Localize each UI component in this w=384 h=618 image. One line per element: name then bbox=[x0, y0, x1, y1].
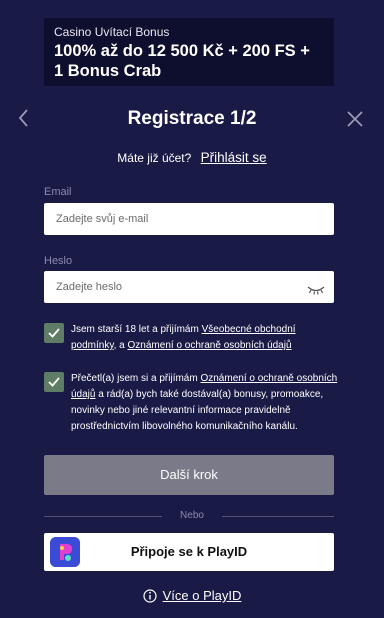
playid-label: Připoje se k PlayID bbox=[130, 544, 248, 559]
age-consent-text-between: , a bbox=[113, 340, 128, 351]
password-label: Heslo bbox=[44, 255, 73, 267]
marketing-consent-text: Přečetl(a) jsem si a přijímám Oznámení o… bbox=[71, 371, 341, 435]
bonus-title: 100% až do 12 500 Kč + 200 FS + 1 Bonus … bbox=[54, 41, 334, 81]
checkmark-icon bbox=[48, 328, 60, 338]
next-step-button[interactable]: Další krok bbox=[44, 455, 334, 495]
bonus-title-line-2: 1 Bonus Crab bbox=[54, 62, 162, 80]
checkmark-icon bbox=[48, 377, 60, 387]
divider-line-right bbox=[222, 516, 334, 517]
close-button[interactable] bbox=[345, 109, 365, 129]
welcome-bonus-banner: Casino Uvítací Bonus 100% až do 12 500 K… bbox=[44, 18, 334, 86]
age-consent-text: Jsem starší 18 let a přijímám Všeobecné … bbox=[71, 322, 341, 354]
privacy-notice-link[interactable]: Oznámení o ochraně osobních údajů bbox=[128, 340, 292, 351]
login-question: Máte již účet? bbox=[117, 151, 192, 165]
eye-closed-icon bbox=[307, 286, 325, 295]
playid-button[interactable]: Připoje se k PlayID bbox=[44, 533, 334, 571]
password-field[interactable] bbox=[44, 271, 334, 303]
login-link[interactable]: Přihlásit se bbox=[201, 150, 267, 165]
more-about-playid-link[interactable]: Více o PlayID bbox=[163, 588, 242, 603]
email-field[interactable] bbox=[44, 203, 334, 235]
age-consent-checkbox[interactable] bbox=[44, 323, 64, 343]
marketing-consent-text-after: a rád(a) bych také dostával(a) bonusy, p… bbox=[71, 389, 324, 432]
page-title: Registrace 1/2 bbox=[127, 108, 257, 129]
marketing-consent-text-before: Přečetl(a) jsem si a přijímám bbox=[71, 373, 201, 384]
bonus-title-line-1: 100% až do 12 500 Kč + 200 FS + bbox=[54, 42, 310, 60]
email-label: Email bbox=[44, 186, 72, 198]
info-icon bbox=[143, 589, 157, 603]
login-prompt: Máte již účet? Přihlásit se bbox=[0, 150, 384, 165]
close-icon bbox=[347, 111, 363, 127]
bonus-kicker: Casino Uvítací Bonus bbox=[54, 25, 170, 39]
age-consent-text-before: Jsem starší 18 let a přijímám bbox=[71, 324, 202, 335]
marketing-consent-checkbox[interactable] bbox=[44, 372, 64, 392]
password-visibility-toggle[interactable] bbox=[306, 283, 326, 295]
more-about-playid[interactable]: Více o PlayID bbox=[0, 588, 384, 603]
